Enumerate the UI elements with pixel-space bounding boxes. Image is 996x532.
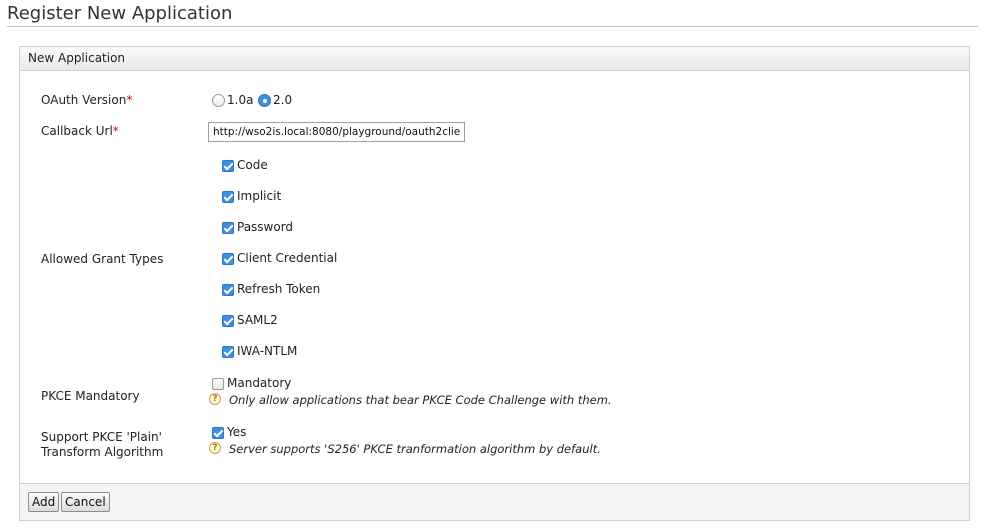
grant-refresh-token-checkbox[interactable] <box>222 284 234 296</box>
required-marker: * <box>126 93 133 107</box>
allowed-grant-types-label: Allowed Grant Types <box>41 252 164 266</box>
pkce-mandatory-hint: Only allow applications that bear PKCE C… <box>229 393 612 407</box>
cancel-button[interactable]: Cancel <box>61 492 110 512</box>
help-icon: ? <box>209 393 221 405</box>
grant-password-checkbox[interactable] <box>222 222 234 234</box>
oauth-version-radio-2-0[interactable] <box>258 94 271 107</box>
page-title: Register New Application <box>7 3 233 24</box>
oauth-version-option-1-0a: 1.0a <box>227 93 254 107</box>
grant-implicit-label: Implicit <box>237 189 282 203</box>
grant-password-label: Password <box>237 220 294 234</box>
grant-code-checkbox[interactable] <box>222 160 234 172</box>
grant-iwa-ntlm-label: IWA-NTLM <box>237 344 298 358</box>
title-divider <box>7 26 978 27</box>
panel-footer <box>20 483 969 520</box>
grant-saml2-label: SAML2 <box>237 313 278 327</box>
pkce-plain-option-label: Yes <box>227 425 247 439</box>
grant-iwa-ntlm-checkbox[interactable] <box>222 346 234 358</box>
required-marker: * <box>112 124 119 138</box>
grant-client-credential-checkbox[interactable] <box>222 253 234 265</box>
pkce-plain-label-line-2: Transform Algorithm <box>41 445 164 459</box>
pkce-plain-label-line-1: Support PKCE 'Plain' <box>41 430 162 444</box>
help-icon: ? <box>209 442 221 454</box>
oauth-version-label: OAuth Version* <box>41 93 132 108</box>
grant-client-credential-label: Client Credential <box>237 251 338 265</box>
pkce-mandatory-checkbox[interactable] <box>212 378 224 390</box>
pkce-mandatory-label: PKCE Mandatory <box>41 389 140 403</box>
grant-saml2-checkbox[interactable] <box>222 315 234 327</box>
grant-refresh-token-label: Refresh Token <box>237 282 321 296</box>
grant-code-label: Code <box>237 158 268 172</box>
panel-header: New Application <box>20 47 969 71</box>
oauth-version-option-2-0: 2.0 <box>273 93 293 107</box>
callback-url-input[interactable] <box>208 122 465 142</box>
pkce-plain-hint: Server supports 'S256' PKCE tranformatio… <box>229 442 601 456</box>
oauth-version-label-text: OAuth Version <box>41 93 127 107</box>
callback-url-label-text: Callback Url <box>41 124 113 138</box>
pkce-plain-checkbox[interactable] <box>212 427 224 439</box>
callback-url-label: Callback Url* <box>41 124 119 139</box>
grant-implicit-checkbox[interactable] <box>222 191 234 203</box>
pkce-mandatory-option-label: Mandatory <box>227 376 292 390</box>
oauth-version-radio-1-0a[interactable] <box>212 94 225 107</box>
add-button[interactable]: Add <box>28 492 60 512</box>
